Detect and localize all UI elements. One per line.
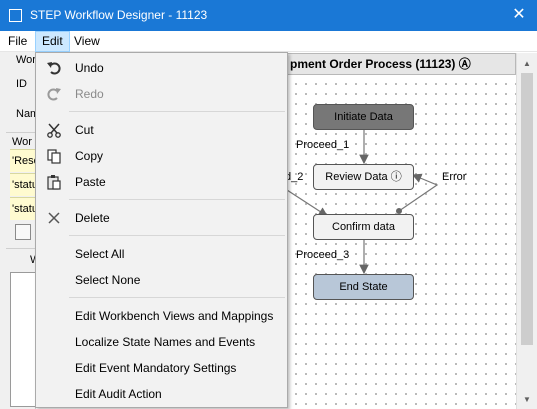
workflow-diagram-canvas[interactable]: Initiate Data Review Data ⓘ Confirm data… — [285, 75, 516, 409]
menu-item-select-all[interactable]: Select All — [36, 241, 287, 267]
menu-item-label: Delete — [75, 211, 110, 225]
undo-icon — [47, 62, 61, 75]
menu-edit[interactable]: Edit — [35, 31, 70, 52]
menu-view[interactable]: View — [68, 31, 106, 52]
menu-item-cut[interactable]: Cut — [36, 117, 287, 143]
menu-item-select-none[interactable]: Select None — [36, 267, 287, 293]
menu-item-delete[interactable]: Delete — [36, 205, 287, 231]
node-initiate-data[interactable]: Initiate Data — [313, 104, 414, 130]
label-workflow: Work — [16, 54, 35, 66]
list-item[interactable]: 'statu — [10, 173, 35, 196]
menu-item-label: Copy — [75, 149, 104, 163]
copy-icon — [47, 149, 61, 164]
diagram-vertical-scrollbar[interactable]: ▲ ▼ — [516, 53, 537, 409]
edit-menu-dropdown: Undo Redo Cut Copy Paste Delete Select A… — [35, 52, 288, 408]
label-id: ID — [16, 78, 27, 90]
menu-item-label: Select None — [75, 273, 141, 287]
menu-divider — [69, 297, 285, 298]
menu-item-undo[interactable]: Undo — [36, 55, 287, 81]
menu-item-edit-event-mandatory[interactable]: Edit Event Mandatory Settings — [36, 355, 287, 381]
menu-item-label: Cut — [75, 123, 94, 137]
menu-item-label: Edit Workbench Views and Mappings — [75, 309, 274, 323]
menu-bar: File Edit View — [0, 31, 537, 52]
menu-item-edit-workbench-views[interactable]: Edit Workbench Views and Mappings — [36, 303, 287, 329]
menu-item-label: Redo — [75, 87, 104, 101]
menu-item-label: Edit Audit Action — [75, 387, 162, 401]
menu-divider — [69, 199, 285, 200]
delete-icon — [48, 212, 60, 224]
diagram-title: pment Order Process (11123) Ⓐ — [287, 53, 516, 75]
menu-item-redo[interactable]: Redo — [36, 81, 287, 107]
scrollbar-thumb[interactable] — [521, 73, 533, 345]
list-item[interactable]: 'Reso — [10, 149, 35, 172]
window-title: STEP Workflow Designer - 11123 — [30, 8, 208, 22]
menu-item-copy[interactable]: Copy — [36, 143, 287, 169]
left-properties-panel: Work ID Nam Wor 'Reso 'statu 'statu W — [0, 52, 36, 409]
menu-divider — [69, 235, 285, 236]
edge-proceed-2 — [287, 189, 329, 217]
scroll-down-icon[interactable]: ▼ — [517, 391, 537, 408]
divider — [6, 132, 35, 133]
preview-box — [10, 272, 35, 407]
menu-item-paste[interactable]: Paste — [36, 169, 287, 195]
label-workflow-list: Wor — [12, 136, 32, 148]
paste-icon — [47, 175, 61, 190]
redo-icon — [47, 88, 61, 101]
list-item[interactable]: 'statu — [10, 197, 35, 220]
node-end-state[interactable]: End State — [313, 274, 414, 300]
close-icon[interactable]: ✕ — [509, 5, 529, 25]
scissors-icon — [47, 123, 61, 138]
menu-item-label: Paste — [75, 175, 106, 189]
title-bar: STEP Workflow Designer - 11123 ✕ — [0, 0, 537, 31]
menu-item-label: Edit Event Mandatory Settings — [75, 361, 237, 375]
edge-label-error: Error — [442, 171, 467, 183]
menu-item-label: Undo — [75, 61, 104, 75]
menu-file[interactable]: File — [2, 31, 33, 52]
menu-divider — [69, 111, 285, 112]
node-confirm-data[interactable]: Confirm data — [313, 214, 414, 240]
node-review-data[interactable]: Review Data ⓘ — [313, 164, 414, 190]
edge-label-proceed-3: Proceed_3 — [296, 249, 350, 261]
menu-item-label: Select All — [75, 247, 125, 261]
divider — [6, 248, 35, 249]
menu-item-label: Localize State Names and Events — [75, 335, 256, 349]
app-window-icon — [9, 9, 22, 22]
add-row-icon[interactable] — [15, 224, 31, 240]
scroll-up-icon[interactable]: ▲ — [517, 55, 537, 72]
menu-item-edit-audit-action[interactable]: Edit Audit Action — [36, 381, 287, 407]
label-name: Nam — [16, 108, 35, 120]
menu-item-localize-state-names[interactable]: Localize State Names and Events — [36, 329, 287, 355]
edge-label-proceed-1: Proceed_1 — [296, 139, 350, 151]
